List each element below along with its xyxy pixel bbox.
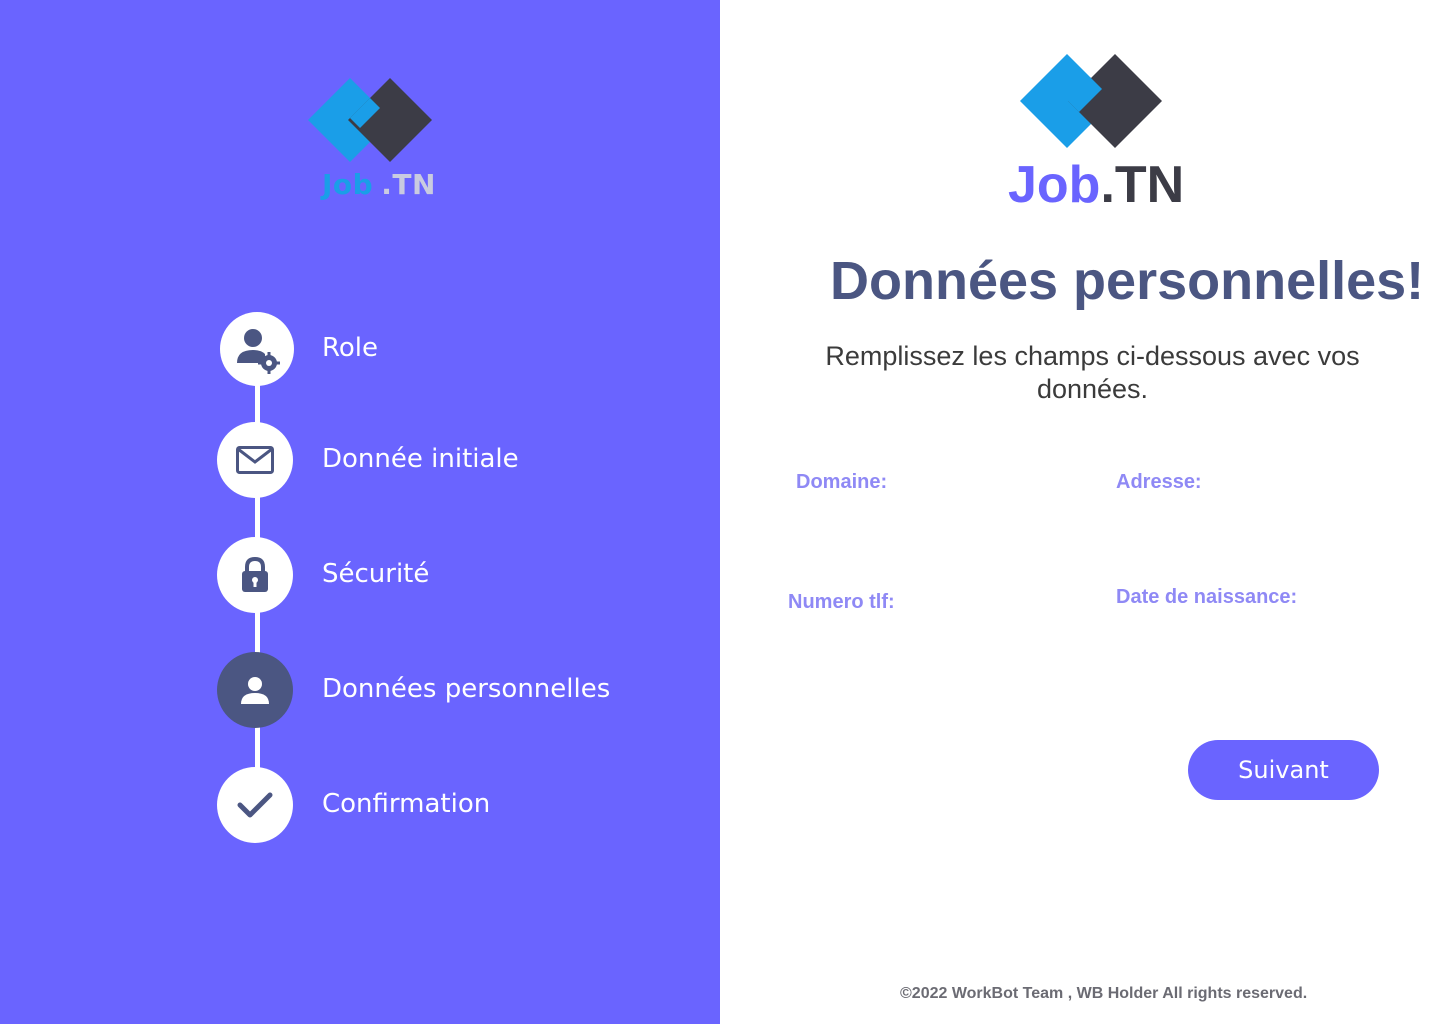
step-label-role: Role — [322, 333, 379, 363]
main-logo-text: Job.TN — [1008, 155, 1184, 215]
envelope-icon — [236, 446, 274, 474]
page-subtitle: Remplissez les champs ci-dessous avec vo… — [825, 341, 1360, 404]
step-confirmation[interactable] — [217, 767, 293, 843]
step-donnee-initiale[interactable] — [217, 422, 293, 498]
page-title: Données personnelles! — [830, 251, 1425, 311]
domaine-label: Domaine: — [796, 471, 888, 493]
next-button[interactable]: Suivant — [1188, 740, 1379, 800]
step-donnees-personnelles[interactable] — [217, 652, 293, 728]
user-icon — [241, 677, 269, 704]
adresse-label: Adresse: — [1116, 471, 1202, 493]
main-logo-tn: .TN — [1100, 156, 1185, 214]
logo-mark-icon — [308, 78, 432, 162]
step-securite[interactable] — [217, 537, 293, 613]
sidebar-logo-text: Job .TN — [322, 168, 436, 201]
step-label-confirmation: Confirmation — [322, 789, 491, 819]
sidebar-logo: Job .TN — [308, 78, 438, 208]
check-icon — [237, 792, 273, 818]
logo-tn-text: .TN — [381, 168, 436, 201]
user-gear-icon — [237, 329, 280, 374]
date-naissance-label: Date de naissance: — [1116, 586, 1298, 608]
step-role[interactable] — [220, 312, 294, 386]
main-logo-job: Job — [1008, 156, 1101, 214]
logo-job-text: Job — [322, 168, 374, 201]
lock-icon — [242, 557, 268, 592]
footer-copyright: ©2022 WorkBot Team , WB Holder All right… — [900, 985, 1308, 1002]
sidebar: Job .TN Role Donnée initiale Sécurité Do… — [0, 0, 720, 1024]
numero-label: Numero tlf: — [788, 591, 895, 613]
step-label-donnee-initiale: Donnée initiale — [322, 444, 519, 474]
logo-mark-icon — [1020, 54, 1162, 148]
step-label-donnees-personnelles: Données personnelles — [322, 674, 611, 704]
main-logo — [1018, 52, 1168, 152]
step-label-securite: Sécurité — [322, 559, 430, 589]
